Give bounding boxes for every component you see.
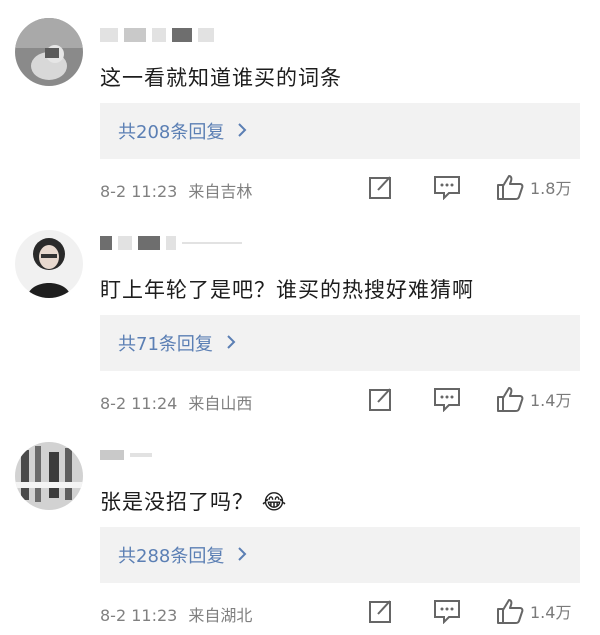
redacted-block bbox=[138, 236, 160, 250]
comment-text-body: 张是没招了吗？ bbox=[100, 490, 254, 514]
edit-icon[interactable] bbox=[368, 598, 394, 624]
replies-button[interactable]: 共208条回复 bbox=[100, 103, 580, 159]
edit-icon[interactable] bbox=[368, 386, 394, 412]
thumbs-up-icon bbox=[496, 173, 524, 201]
message-icon[interactable] bbox=[433, 174, 461, 200]
comment-2: 盯上年轮了是吧？谁买的热搜好难猜啊 共71条回复 8-2 11:24 来自山西 … bbox=[0, 212, 600, 424]
comment-date: 8-2 11:23 bbox=[100, 182, 178, 201]
avatar-image bbox=[15, 230, 83, 298]
replies-label: 共71条回复 bbox=[118, 334, 213, 355]
replies-button[interactable]: 共288条回复 bbox=[100, 527, 580, 583]
like-button[interactable]: 1.4万 bbox=[496, 597, 571, 625]
chevron-right-icon bbox=[236, 546, 248, 565]
comment-text: 张是没招了吗？ 😂 bbox=[100, 486, 287, 516]
redacted-block bbox=[166, 236, 176, 250]
comment-date: 8-2 11:24 bbox=[100, 394, 178, 413]
comment-location: 来自湖北 bbox=[188, 606, 253, 625]
replies-label: 共208条回复 bbox=[118, 122, 225, 143]
like-count: 1.4万 bbox=[530, 391, 572, 410]
chevron-right-icon bbox=[236, 122, 248, 141]
replies-button[interactable]: 共71条回复 bbox=[100, 315, 580, 371]
redacted-block bbox=[152, 28, 166, 42]
thumbs-up-icon bbox=[496, 597, 524, 625]
chevron-right-icon bbox=[225, 334, 237, 353]
comment-3: 张是没招了吗？ 😂 共288条回复 8-2 11:23 来自湖北 1.4万 bbox=[0, 424, 600, 635]
message-icon[interactable] bbox=[433, 386, 461, 412]
like-count: 1.8万 bbox=[530, 179, 572, 198]
edit-icon[interactable] bbox=[368, 174, 394, 200]
comment-meta: 8-2 11:23 来自吉林 bbox=[100, 178, 252, 202]
thumbs-up-icon bbox=[496, 385, 524, 413]
redacted-block bbox=[124, 28, 146, 42]
redacted-block bbox=[172, 28, 192, 42]
avatar-image bbox=[15, 442, 83, 510]
username-redacted[interactable] bbox=[100, 444, 152, 466]
comment-actions: 1.4万 bbox=[368, 596, 583, 626]
replies-label: 共288条回复 bbox=[118, 546, 225, 567]
username-redacted[interactable] bbox=[100, 232, 242, 254]
avatar-image bbox=[15, 18, 83, 86]
username-redacted[interactable] bbox=[100, 24, 214, 46]
comment-location: 来自山西 bbox=[188, 394, 253, 413]
comment-meta: 8-2 11:24 来自山西 bbox=[100, 390, 252, 414]
comment-actions: 1.4万 bbox=[368, 384, 583, 414]
laughing-emoji: 😂 bbox=[261, 490, 288, 514]
comment-1: 这一看就知道谁买的词条 共208条回复 8-2 11:23 来自吉林 1.8万 bbox=[0, 0, 600, 212]
redacted-block bbox=[182, 242, 242, 244]
like-button[interactable]: 1.8万 bbox=[496, 173, 571, 201]
comment-date: 8-2 11:23 bbox=[100, 606, 178, 625]
avatar[interactable] bbox=[15, 442, 83, 510]
redacted-block bbox=[118, 236, 132, 250]
redacted-block bbox=[198, 28, 214, 42]
comment-location: 来自吉林 bbox=[188, 182, 253, 201]
message-icon[interactable] bbox=[433, 598, 461, 624]
comment-text: 这一看就知道谁买的词条 bbox=[100, 66, 342, 90]
redacted-block bbox=[100, 28, 118, 42]
comment-text: 盯上年轮了是吧？谁买的热搜好难猜啊 bbox=[100, 278, 474, 302]
redacted-block bbox=[130, 453, 152, 457]
redacted-block bbox=[100, 450, 124, 460]
comment-meta: 8-2 11:23 来自湖北 bbox=[100, 602, 252, 626]
avatar[interactable] bbox=[15, 18, 83, 86]
redacted-block bbox=[100, 236, 112, 250]
comment-actions: 1.8万 bbox=[368, 172, 583, 202]
like-button[interactable]: 1.4万 bbox=[496, 385, 571, 413]
avatar[interactable] bbox=[15, 230, 83, 298]
like-count: 1.4万 bbox=[530, 603, 572, 622]
